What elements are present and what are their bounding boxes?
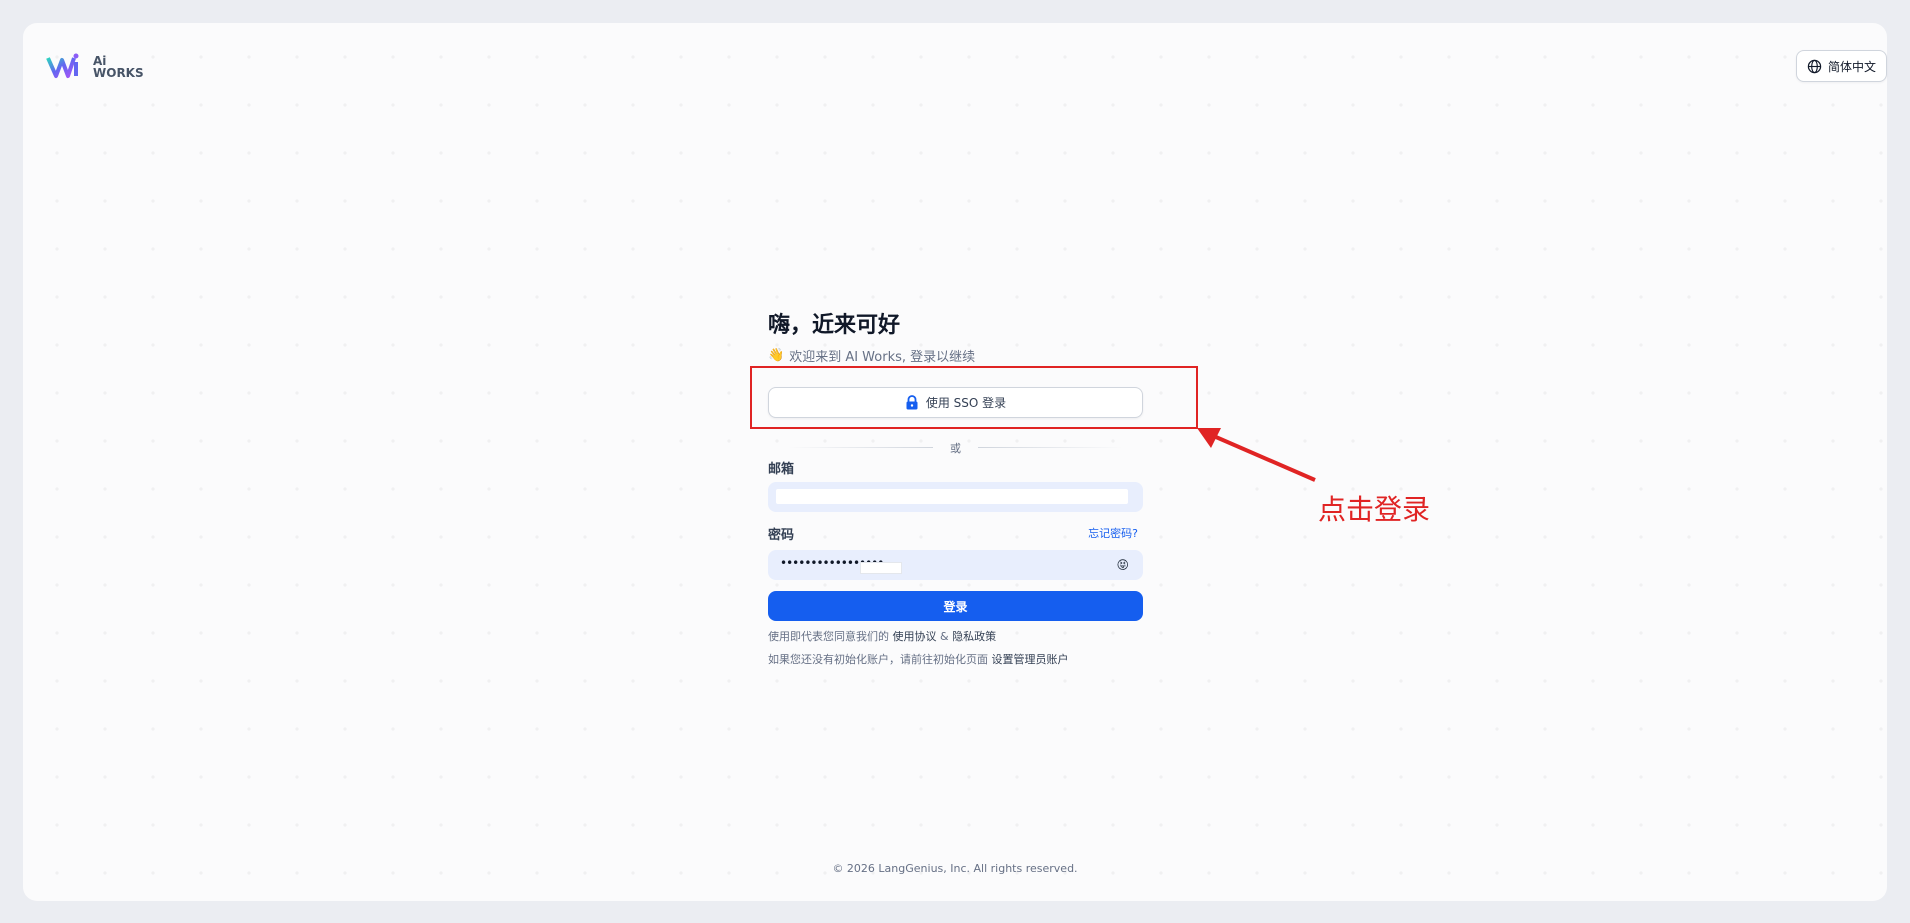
wave-hand-icon: 👋	[768, 348, 785, 363]
footer-copyright: © 2026 LangGenius, Inc. All rights reser…	[832, 862, 1078, 875]
privacy-link[interactable]: 隐私政策	[952, 630, 996, 643]
language-selector[interactable]: 简体中文	[1795, 50, 1887, 82]
page-title: 嗨，近来可好	[768, 313, 901, 338]
app-logo[interactable]: Ai WORKS	[46, 52, 144, 82]
annotation-callout: 点击登录	[1318, 493, 1431, 526]
terms-link[interactable]: 使用协议	[893, 630, 937, 643]
email-label: 邮箱	[768, 462, 795, 477]
logo-text-works: WORKS	[93, 66, 144, 80]
password-field[interactable]: ••••••••••••••••• 😝	[768, 550, 1143, 580]
show-password-icon[interactable]: 😝	[1116, 558, 1129, 572]
logo-icon	[46, 53, 79, 78]
email-field[interactable]	[768, 482, 1143, 512]
forgot-password-link[interactable]: 忘记密码?	[1088, 525, 1138, 541]
annotation-highlight-box	[750, 366, 1198, 429]
divider-text: 或	[950, 442, 961, 455]
subtitle-text: 欢迎来到 AI Works, 登录以继续	[789, 350, 976, 365]
login-button[interactable]: 登录	[768, 591, 1143, 621]
or-divider: 或	[768, 440, 1143, 455]
password-autofill-overlay	[860, 562, 902, 574]
init-account-text: 如果您还没有初始化账户，请前往初始化页面 设置管理员账户	[768, 651, 1069, 667]
agreement-text: 使用即代表您同意我们的 使用协议 & 隐私政策	[768, 628, 996, 644]
password-label: 密码	[768, 528, 795, 543]
annotation-arrow-icon	[1197, 428, 1316, 482]
language-label: 简体中文	[1827, 59, 1876, 74]
agreement-prefix: 使用即代表您同意我们的	[768, 630, 889, 643]
init-prefix: 如果您还没有初始化账户，请前往初始化页面	[768, 653, 988, 666]
login-panel: 嗨，近来可好 👋 欢迎来到 AI Works, 登录以继续 使用 SSO 登录 …	[768, 310, 1143, 666]
page-subtitle: 👋 欢迎来到 AI Works, 登录以继续	[768, 346, 1143, 365]
main-card	[23, 23, 1887, 901]
setup-admin-link[interactable]: 设置管理员账户	[992, 653, 1069, 666]
globe-icon	[1807, 59, 1822, 73]
email-value[interactable]	[776, 489, 1128, 504]
agreement-and: &	[940, 630, 949, 643]
